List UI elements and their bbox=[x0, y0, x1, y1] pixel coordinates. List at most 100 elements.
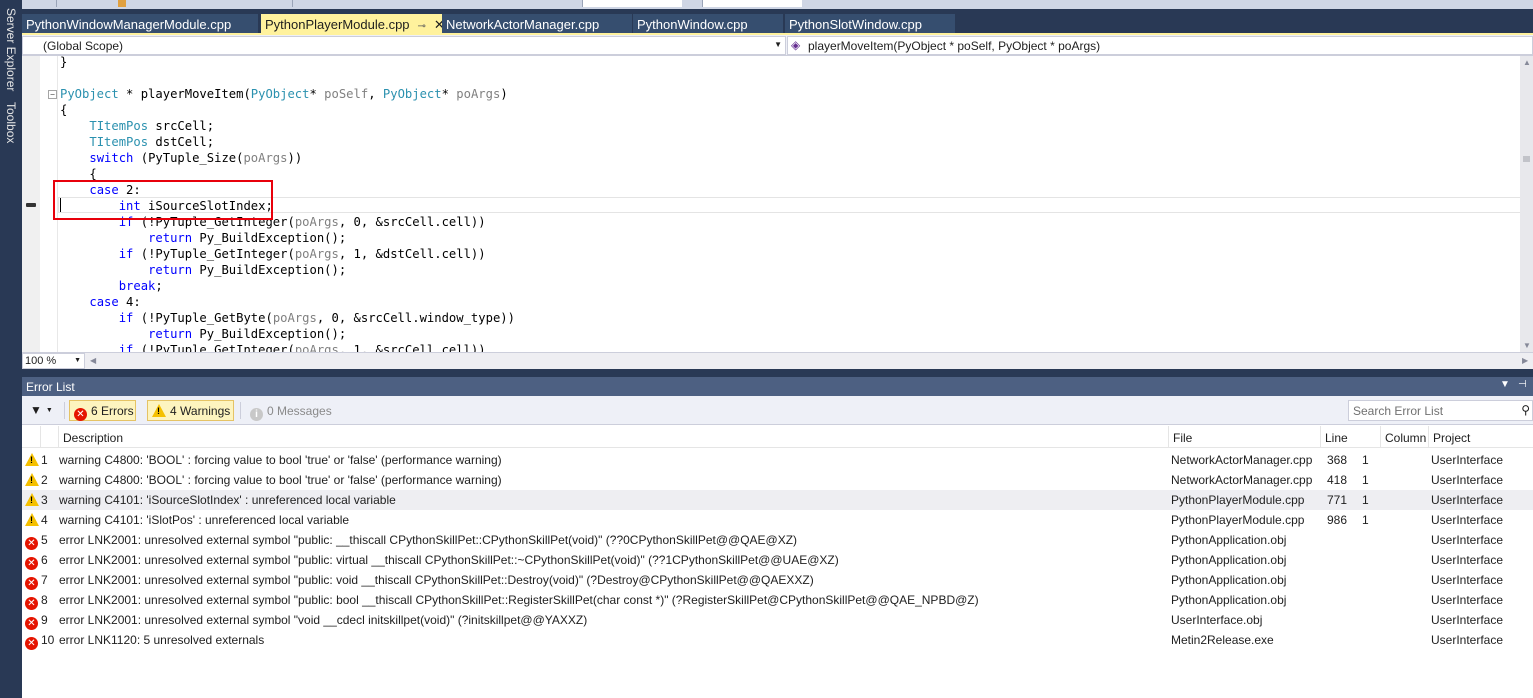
panel-splitter[interactable] bbox=[22, 369, 1533, 377]
cell-num: 6 bbox=[41, 553, 48, 567]
filter-dropdown[interactable]: ▼ ▼ bbox=[30, 403, 53, 417]
zoom-dropdown[interactable]: 100 % ▼ bbox=[22, 353, 85, 369]
cell-project: UserInterface bbox=[1431, 453, 1504, 467]
bookmark-marker bbox=[26, 203, 36, 207]
error-list-row[interactable]: ✕ 6 error LNK2001: unresolved external sym… bbox=[22, 550, 1533, 570]
tab-networkactormanager[interactable]: NetworkActorManager.cpp bbox=[442, 14, 632, 35]
number-column-header[interactable] bbox=[40, 426, 58, 448]
cell-description: warning C4800: 'BOOL' : forcing value to… bbox=[59, 453, 502, 467]
cell-file: PythonApplication.obj bbox=[1171, 593, 1287, 607]
scope-dropdown[interactable]: (Global Scope) ▼ bbox=[22, 36, 786, 55]
toolbar-divider bbox=[64, 402, 65, 419]
column-column-header[interactable]: Column bbox=[1380, 426, 1428, 448]
code-line: if (!PyTuple_GetByte(poArgs, 0, &srcCell… bbox=[118, 311, 515, 325]
tab-label: PythonWindow.cpp bbox=[637, 17, 748, 32]
warning-icon: ! bbox=[25, 473, 39, 487]
vertical-scrollbar[interactable]: ▲ ▼ bbox=[1520, 56, 1533, 352]
warnings-filter-button[interactable]: ! 4 Warnings bbox=[147, 400, 234, 421]
code-text[interactable]: } − PyObject * playerMoveItem(PyObject* p… bbox=[48, 56, 1520, 352]
error-list-row[interactable]: ! 4 warning C4101: 'iSlotPos' : unreferenc… bbox=[22, 510, 1533, 530]
cell-file: UserInterface.obj bbox=[1171, 613, 1263, 627]
icon-column-header[interactable] bbox=[22, 426, 40, 448]
warning-icon: ! bbox=[25, 493, 39, 507]
tab-label: PythonWindowManagerModule.cpp bbox=[26, 17, 232, 32]
error-list-toolbar: ▼ ▼ ✕ 6 Errors ! 4 Warnings i 0 Messages Sea… bbox=[22, 396, 1533, 425]
project-column-header[interactable]: Project bbox=[1428, 426, 1533, 448]
cell-project: UserInterface bbox=[1431, 553, 1504, 567]
errors-filter-button[interactable]: ✕ 6 Errors bbox=[69, 400, 136, 421]
tab-pythonwindow[interactable]: PythonWindow.cpp bbox=[633, 14, 783, 35]
error-list-row[interactable]: ✕ 10 error LNK1120: 5 unresolved externals… bbox=[22, 630, 1533, 650]
scroll-up-icon[interactable]: ▲ bbox=[1523, 58, 1531, 67]
toolbox-tab[interactable]: Toolbox bbox=[0, 100, 22, 152]
chevron-down-icon: ▼ bbox=[774, 40, 782, 49]
error-icon: ✕ bbox=[25, 613, 38, 630]
cell-project: UserInterface bbox=[1431, 473, 1504, 487]
cell-description: error LNK2001: unresolved external symbo… bbox=[59, 613, 588, 627]
search-icon[interactable]: ⚲ bbox=[1521, 403, 1530, 417]
scroll-right-icon[interactable]: ▶ bbox=[1522, 356, 1528, 365]
line-column-header[interactable]: Line bbox=[1320, 426, 1380, 448]
error-icon: ✕ bbox=[25, 633, 38, 650]
code-line: switch (PyTuple_Size(poArgs)) bbox=[89, 151, 303, 165]
cell-description: warning C4101: 'iSourceSlotIndex' : unre… bbox=[59, 493, 396, 507]
warning-icon: ! bbox=[152, 404, 166, 417]
code-line: TItemPos srcCell; bbox=[89, 119, 215, 133]
cell-description: error LNK1120: 5 unresolved externals bbox=[59, 633, 265, 647]
zoom-value: 100 % bbox=[25, 355, 57, 367]
error-list-row[interactable]: ✕ 9 error LNK2001: unresolved external sym… bbox=[22, 610, 1533, 630]
code-editor[interactable]: } − PyObject * playerMoveItem(PyObject* p… bbox=[22, 56, 1533, 352]
window-position-icon[interactable]: ▼ bbox=[1500, 379, 1510, 390]
error-list-row[interactable]: ✕ 5 error LNK2001: unresolved external sym… bbox=[22, 530, 1533, 550]
error-list-row[interactable]: ! 3 warning C4101: 'iSourceSlotIndex' : un… bbox=[22, 490, 1533, 510]
cell-file: Metin2Release.exe bbox=[1171, 633, 1274, 647]
tab-pythonplayermodule[interactable]: PythonPlayerModule.cpp ⊸ ✕ bbox=[261, 14, 445, 35]
visual-studio-window: Server Explorer Toolbox PythonWindowMana… bbox=[0, 0, 1533, 698]
description-column-header[interactable]: Description bbox=[58, 426, 1168, 448]
toolbar-combo[interactable] bbox=[702, 0, 802, 7]
server-explorer-tab[interactable]: Server Explorer bbox=[0, 6, 22, 96]
search-input[interactable]: Search Error List ⚲ bbox=[1348, 400, 1533, 421]
type-token: PyObject bbox=[60, 87, 119, 101]
error-list-row[interactable]: ! 2 warning C4800: 'BOOL' : forcing value … bbox=[22, 470, 1533, 490]
cell-num: 9 bbox=[41, 613, 48, 627]
panel-title: Error List bbox=[26, 380, 75, 394]
function-dropdown[interactable]: ◈ playerMoveItem(PyObject * poSelf, PyOb… bbox=[787, 36, 1533, 55]
tab-pythonslotwindow[interactable]: PythonSlotWindow.cpp bbox=[785, 14, 955, 35]
error-list-row[interactable]: ✕ 7 error LNK2001: unresolved external sym… bbox=[22, 570, 1533, 590]
toolbar-combo[interactable] bbox=[582, 0, 682, 7]
pin-icon[interactable]: ⊸ bbox=[418, 21, 426, 32]
collapse-icon[interactable]: − bbox=[48, 90, 57, 99]
editor-status-bar: 100 % ▼ ◀ ▶ bbox=[22, 352, 1533, 369]
scroll-left-icon[interactable]: ◀ bbox=[90, 356, 96, 365]
cell-file: NetworkActorManager.cpp bbox=[1171, 473, 1313, 487]
scroll-thumb[interactable] bbox=[1523, 156, 1530, 162]
error-list-row[interactable]: ! 1 warning C4800: 'BOOL' : forcing value … bbox=[22, 450, 1533, 470]
error-icon: ✕ bbox=[25, 533, 38, 550]
tab-label: PythonSlotWindow.cpp bbox=[789, 17, 922, 32]
warning-icon: ! bbox=[25, 453, 39, 467]
errors-count-label: 6 Errors bbox=[91, 404, 134, 418]
tab-label: PythonPlayerModule.cpp bbox=[265, 17, 410, 32]
error-list-row[interactable]: ✕ 8 error LNK2001: unresolved external sym… bbox=[22, 590, 1533, 610]
error-icon: ✕ bbox=[25, 617, 38, 630]
toolbar-icon[interactable] bbox=[118, 0, 126, 7]
warning-icon: ! bbox=[25, 453, 39, 466]
cell-file: NetworkActorManager.cpp bbox=[1171, 453, 1313, 467]
cell-line: 418 bbox=[1327, 473, 1348, 487]
cell-project: UserInterface bbox=[1431, 533, 1504, 547]
error-icon: ✕ bbox=[25, 577, 38, 590]
scroll-down-icon[interactable]: ▼ bbox=[1523, 341, 1531, 350]
code-line: { bbox=[60, 103, 68, 117]
messages-filter-button[interactable]: i 0 Messages bbox=[245, 400, 335, 421]
file-column-header[interactable]: File bbox=[1168, 426, 1320, 448]
cell-file: PythonApplication.obj bbox=[1171, 533, 1287, 547]
pin-icon[interactable]: ⊣ bbox=[1518, 379, 1527, 390]
tab-pythonwindowmanagermodule[interactable]: PythonWindowManagerModule.cpp bbox=[22, 14, 258, 35]
error-list-panel: Error List ▼ ⊣ ▼ ▼ ✕ 6 Errors ! 4 Warnings … bbox=[22, 369, 1533, 698]
scope-value: (Global Scope) bbox=[43, 39, 124, 53]
warning-icon: ! bbox=[25, 513, 39, 526]
code-line: − PyObject * playerMoveItem(PyObject* poS… bbox=[48, 86, 508, 102]
cell-project: UserInterface bbox=[1431, 573, 1504, 587]
cell-project: UserInterface bbox=[1431, 513, 1504, 527]
